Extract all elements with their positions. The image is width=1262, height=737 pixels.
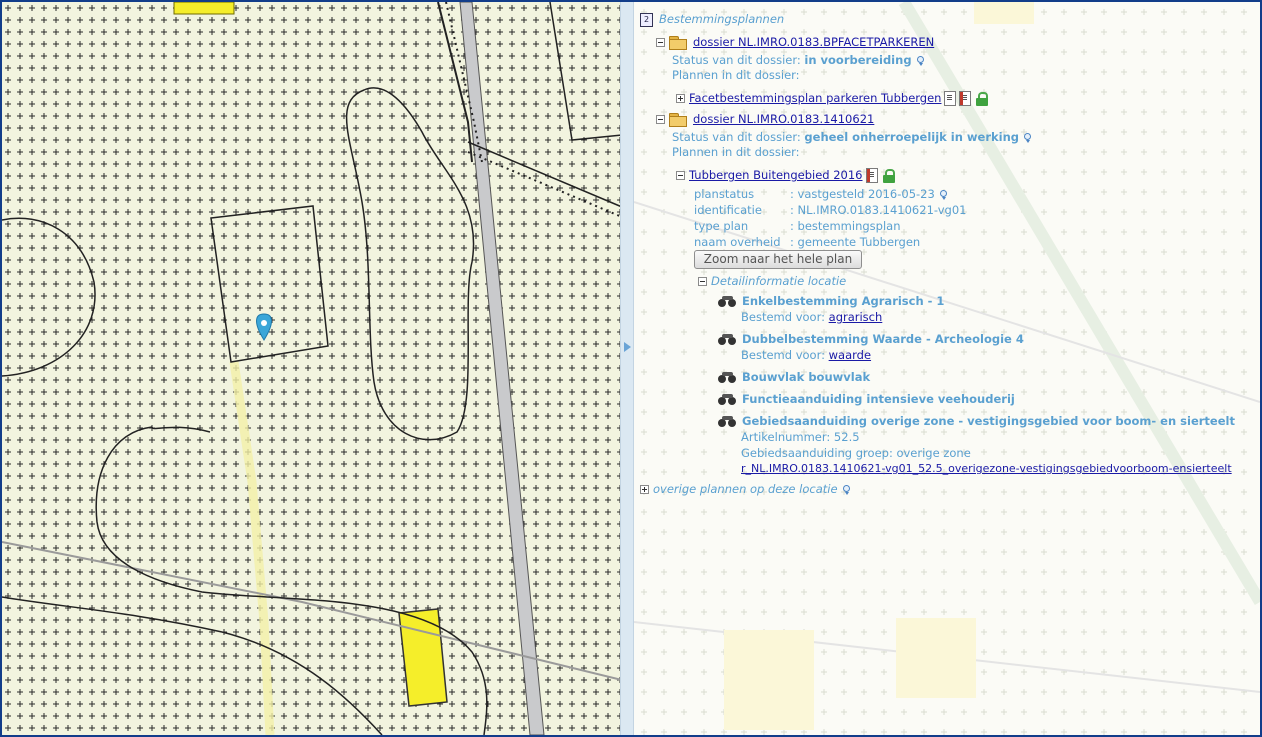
status-label: Status van dit dossier: <box>672 53 801 67</box>
lock-icon <box>882 168 895 183</box>
detail-title: Detailinformatie locatie <box>711 274 847 288</box>
planstatus-label: planstatus <box>694 187 755 201</box>
expand-toggle-icon[interactable] <box>640 485 649 494</box>
collapse-toggle-icon[interactable] <box>698 277 707 286</box>
collapse-toggle-icon[interactable] <box>656 38 665 47</box>
other-plans-label[interactable]: overige plannen op deze locatie <box>653 482 838 496</box>
bestemd-link[interactable]: waarde <box>829 348 871 362</box>
detail-item-3[interactable]: Bouwvlak bouwvlak <box>718 370 870 384</box>
identificatie-value: : NL.IMRO.0183.1410621-vg01 <box>790 203 967 217</box>
collapse-toggle-icon[interactable] <box>676 171 685 180</box>
dossier-2-plans-label: Plannen in dit dossier: <box>672 145 800 159</box>
map-canvas[interactable] <box>2 2 623 735</box>
zoom-to-plan-button[interactable]: Zoom naar het hele plan <box>694 250 862 269</box>
dossier-1-link[interactable]: dossier NL.IMRO.0183.BPFACETPARKEREN <box>693 35 934 49</box>
detail-item-title: Gebiedsaanduiding overige zone - vestigi… <box>742 414 1235 428</box>
regels-link[interactable]: r_NL.IMRO.0183.1410621-vg01_52.5_overige… <box>741 462 1232 475</box>
panel-splitter[interactable] <box>620 2 634 735</box>
info-panel: 2 Bestemmingsplannen dossier NL.IMRO.0183… <box>634 2 1260 735</box>
dossier-1-node[interactable]: dossier NL.IMRO.0183.BPFACETPARKEREN <box>656 35 934 50</box>
document-red-icon[interactable] <box>865 168 878 183</box>
info-arrow-icon[interactable] <box>939 189 948 200</box>
planstatus-value: : vastgesteld 2016-05-23 <box>790 187 935 201</box>
planstatus-row: planstatus : vastgesteld 2016-05-23 <box>694 187 948 201</box>
document-logo-icon: 2 <box>640 12 653 27</box>
detail-item-title: Dubbelbestemming Waarde - Archeologie 4 <box>742 332 1024 346</box>
parcel-highlight-top <box>173 2 235 15</box>
binoculars-icon[interactable] <box>718 334 738 345</box>
info-arrow-icon[interactable] <box>916 55 925 66</box>
dossier-2-node[interactable]: dossier NL.IMRO.0183.1410621 <box>656 112 874 127</box>
detail-item-5-groep: Gebiedsaanduiding groep: overige zone <box>741 446 971 460</box>
document-icon[interactable] <box>944 91 957 106</box>
map-view[interactable] <box>2 2 623 735</box>
detail-item-title: Enkelbestemming Agrarisch - 1 <box>742 294 945 308</box>
collapse-arrow-icon[interactable] <box>624 342 631 352</box>
dossier-2-link[interactable]: dossier NL.IMRO.0183.1410621 <box>693 112 874 126</box>
detail-item-4[interactable]: Functieaanduiding intensieve veehouderij <box>718 392 1015 406</box>
identificatie-label: identificatie <box>694 203 762 217</box>
dossier-2-plan-node[interactable]: Tubbergen Buitengebied 2016 <box>676 168 895 183</box>
info-arrow-icon[interactable] <box>842 484 851 495</box>
plan-link[interactable]: Facetbestemmingsplan parkeren Tubbergen <box>689 91 941 105</box>
typeplan-value: : bestemmingsplan <box>790 219 901 233</box>
identificatie-row: identificatie : NL.IMRO.0183.1410621-vg01 <box>694 203 966 217</box>
dossier-1-status: Status van dit dossier: in voorbereiding <box>672 53 925 67</box>
overheid-value: : gemeente Tubbergen <box>790 235 921 249</box>
detail-item-5-artikel: Artikelnummer: 52.5 <box>741 430 860 444</box>
detail-item-5-link[interactable]: r_NL.IMRO.0183.1410621-vg01_52.5_overige… <box>741 462 1232 476</box>
detail-node[interactable]: Detailinformatie locatie <box>698 274 846 288</box>
folder-icon <box>669 113 687 127</box>
typeplan-row: type plan : bestemmingsplan <box>694 219 901 233</box>
detail-item-2[interactable]: Dubbelbestemming Waarde - Archeologie 4 <box>718 332 1024 346</box>
status-value: in voorbereiding <box>804 53 912 67</box>
detail-item-2-sub: Bestemd voor: waarde <box>741 348 871 362</box>
detail-item-1-sub: Bestemd voor: agrarisch <box>741 310 882 324</box>
folder-icon <box>669 36 687 50</box>
detail-item-title: Functieaanduiding intensieve veehouderij <box>742 392 1015 406</box>
dossier-1-plans-label: Plannen in dit dossier: <box>672 68 800 82</box>
binoculars-icon[interactable] <box>718 296 738 307</box>
bestemd-label: Bestemd voor: <box>741 348 825 362</box>
overheid-row: naam overheid : gemeente Tubbergen <box>694 235 920 249</box>
plan-link[interactable]: Tubbergen Buitengebied 2016 <box>689 168 863 182</box>
bestemd-link[interactable]: agrarisch <box>829 310 883 324</box>
info-arrow-icon[interactable] <box>1023 132 1032 143</box>
dossier-2-status: Status van dit dossier: geheel onherroep… <box>672 130 1032 144</box>
binoculars-icon[interactable] <box>718 394 738 405</box>
expand-toggle-icon[interactable] <box>676 94 685 103</box>
typeplan-label: type plan <box>694 219 749 233</box>
other-plans-node[interactable]: overige plannen op deze locatie <box>640 482 851 496</box>
bestemd-label: Bestemd voor: <box>741 310 825 324</box>
overheid-label: naam overheid <box>694 235 781 249</box>
collapse-toggle-icon[interactable] <box>656 115 665 124</box>
document-red-icon[interactable] <box>959 91 972 106</box>
root-node[interactable]: 2 Bestemmingsplannen <box>640 12 784 27</box>
detail-item-1[interactable]: Enkelbestemming Agrarisch - 1 <box>718 294 944 308</box>
root-title[interactable]: Bestemmingsplannen <box>659 12 784 26</box>
binoculars-icon[interactable] <box>718 372 738 383</box>
detail-item-title: Bouwvlak bouwvlak <box>742 370 871 384</box>
status-label: Status van dit dossier: <box>672 130 801 144</box>
status-value: geheel onherroepelijk in werking <box>804 130 1020 144</box>
lock-icon <box>976 91 989 106</box>
detail-item-5[interactable]: Gebiedsaanduiding overige zone - vestigi… <box>718 414 1235 428</box>
dossier-1-plan-node[interactable]: Facetbestemmingsplan parkeren Tubbergen <box>676 91 989 106</box>
app-window: 2 Bestemmingsplannen dossier NL.IMRO.0183… <box>0 0 1262 737</box>
binoculars-icon[interactable] <box>718 416 738 427</box>
